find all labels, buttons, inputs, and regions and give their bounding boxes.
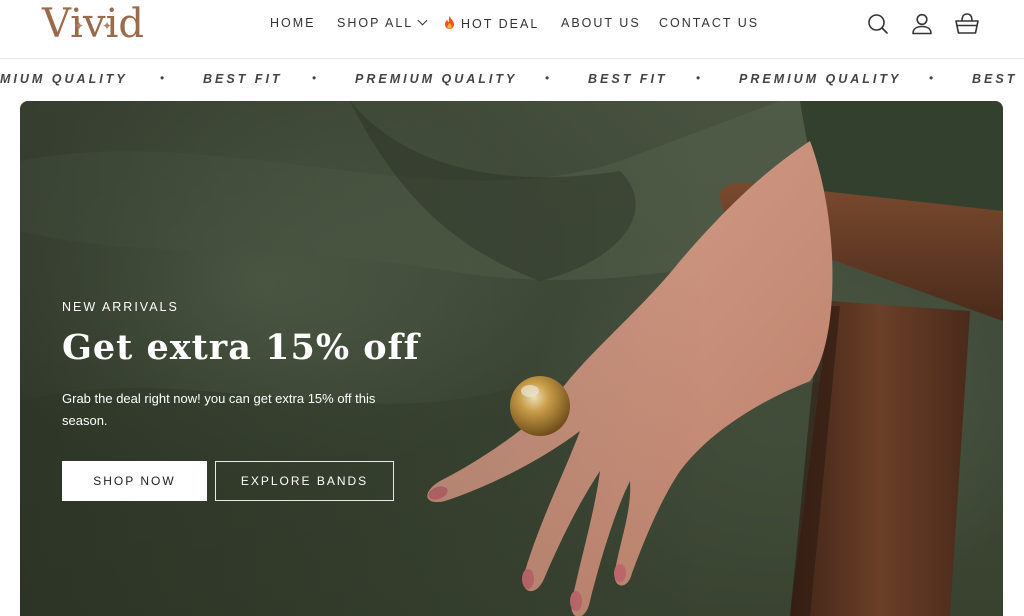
marquee-separator: • <box>929 71 934 85</box>
nav-contact-us[interactable]: CONTACT US <box>659 16 759 30</box>
marquee-item: BEST FIT <box>588 72 668 86</box>
sparkle-icon: ✦ <box>74 19 85 33</box>
marquee-separator: • <box>312 71 317 85</box>
site-header: Vivid ✦ ✦ HOME SHOP ALL HOT DEAL ABOUT U… <box>0 0 1024 59</box>
account-icon[interactable] <box>910 12 934 36</box>
hero-banner: NEW ARRIVALS Get extra 15% off Grab the … <box>20 101 1003 616</box>
brand-logo[interactable]: Vivid ✦ ✦ <box>42 2 144 46</box>
nav-hot-deal-label: HOT DEAL <box>461 17 540 31</box>
announcement-marquee: MIUM QUALITY • BEST FIT • PREMIUM QUALIT… <box>0 59 1024 101</box>
nav-hot-deal[interactable]: HOT DEAL <box>444 16 539 31</box>
nav-shop-all[interactable]: SHOP ALL <box>337 15 428 30</box>
chevron-down-icon <box>417 15 428 26</box>
marquee-item: PREMIUM QUALITY <box>355 72 518 86</box>
hero-eyebrow: NEW ARRIVALS <box>62 300 179 314</box>
explore-bands-button[interactable]: EXPLORE BANDS <box>215 461 394 501</box>
nav-about-us[interactable]: ABOUT US <box>561 16 641 30</box>
marquee-separator: • <box>545 71 550 85</box>
nav-home[interactable]: HOME <box>270 16 316 30</box>
marquee-item: BEST F <box>972 72 1024 86</box>
marquee-item: BEST FIT <box>203 72 283 86</box>
marquee-item: MIUM QUALITY <box>0 72 128 86</box>
sparkle-icon: ✦ <box>102 19 113 33</box>
hero-subtitle: Grab the deal right now! you can get ext… <box>62 391 376 428</box>
marquee-separator: • <box>696 71 701 85</box>
marquee-item: PREMIUM QUALITY <box>739 72 902 86</box>
hero-title: Get extra 15% off <box>62 327 420 368</box>
logo-text: Vivid <box>42 1 144 47</box>
cart-icon[interactable] <box>954 12 979 36</box>
flame-icon <box>444 16 455 31</box>
marquee-separator: • <box>160 71 165 85</box>
nav-shop-all-label: SHOP ALL <box>337 16 414 30</box>
search-icon[interactable] <box>866 12 890 36</box>
shop-now-button[interactable]: SHOP NOW <box>62 461 207 501</box>
